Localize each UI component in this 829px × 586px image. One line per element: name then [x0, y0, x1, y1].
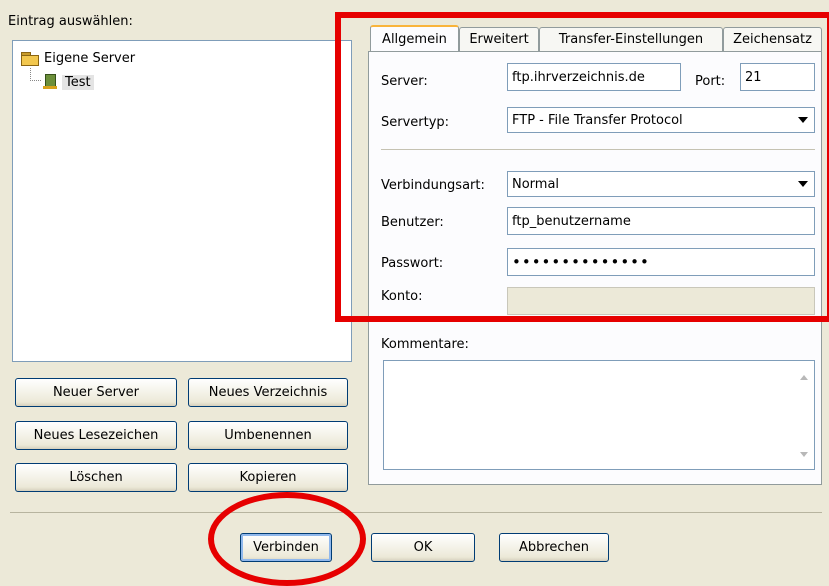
ok-button[interactable]: OK	[371, 533, 475, 562]
copy-button[interactable]: Kopieren	[188, 463, 348, 492]
tree-item-label: Test	[62, 74, 94, 90]
highlight-oval	[208, 492, 366, 586]
server-tree[interactable]: Eigene Server Test	[12, 40, 352, 362]
tree-item-own-servers[interactable]: Eigene Server	[21, 48, 135, 68]
rename-button[interactable]: Umbenennen	[188, 421, 348, 450]
tree-item-test[interactable]: Test	[43, 72, 94, 92]
delete-button[interactable]: Löschen	[15, 463, 177, 492]
highlight-rectangle	[335, 12, 829, 322]
tree-item-label: Eigene Server	[44, 50, 136, 66]
tab-general[interactable]: Allgemein	[370, 25, 459, 51]
cancel-button[interactable]: Abbrechen	[499, 533, 609, 562]
scroll-up-icon[interactable]	[800, 375, 808, 380]
comments-label: Kommentare:	[381, 337, 469, 352]
comments-textarea[interactable]	[383, 360, 815, 470]
new-folder-button[interactable]: Neues Verzeichnis	[188, 378, 348, 407]
server-icon	[43, 74, 57, 90]
new-bookmark-button[interactable]: Neues Lesezeichen	[15, 421, 177, 450]
folder-open-icon	[21, 51, 39, 66]
new-server-button[interactable]: Neuer Server	[15, 378, 177, 407]
tree-title: Eintrag auswählen:	[8, 14, 133, 29]
scroll-down-icon[interactable]	[800, 452, 808, 457]
tree-connector	[30, 68, 41, 81]
footer-divider	[10, 512, 822, 513]
